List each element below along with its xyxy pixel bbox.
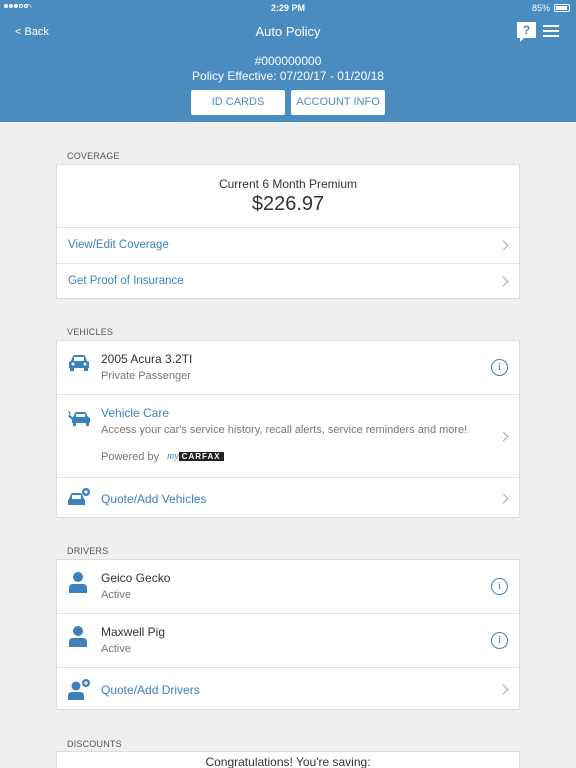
page-title: Auto Policy — [255, 24, 321, 39]
info-icon[interactable]: i — [491, 578, 508, 595]
premium-label: Current 6 Month Premium — [218, 177, 358, 191]
quote-add-drivers-row[interactable]: Quote/Add Drivers — [57, 667, 519, 710]
driver-name: Maxwell Pig — [101, 625, 166, 639]
discounts-section-label: DISCOUNTS — [67, 739, 122, 749]
chevron-right-icon — [498, 684, 509, 695]
add-person-icon — [68, 679, 90, 700]
chevron-right-icon — [498, 493, 509, 504]
vehicles-card: 2005 Acura 3.2TI Private Passenger i Veh… — [56, 340, 520, 518]
info-icon[interactable]: i — [491, 632, 508, 649]
driver-row[interactable]: Maxwell Pig Active i — [57, 613, 519, 667]
app-header: ◠ 2:29 PM 85% < Back Auto Policy ? #0000… — [0, 0, 576, 122]
quote-add-vehicles-link[interactable]: Quote/Add Vehicles — [101, 492, 206, 506]
account-info-button[interactable]: ACCOUNT INFO — [291, 90, 385, 115]
vehicle-care-row[interactable]: Vehicle Care Access your car's service h… — [57, 394, 519, 477]
id-cards-button[interactable]: ID CARDS — [191, 90, 285, 115]
driver-row[interactable]: Geico Gecko Active i — [57, 560, 519, 613]
info-icon[interactable]: i — [491, 359, 508, 376]
view-edit-coverage-row[interactable]: View/Edit Coverage — [57, 227, 519, 263]
premium-value: $226.97 — [251, 193, 325, 215]
drivers-card: Geico Gecko Active i Maxwell Pig Active … — [56, 559, 520, 710]
quote-add-vehicles-row[interactable]: Quote/Add Vehicles — [57, 477, 519, 518]
discounts-message: Congratulations! You're saving: — [205, 755, 371, 768]
person-icon — [69, 572, 87, 593]
vehicle-care-title[interactable]: Vehicle Care — [101, 406, 169, 420]
battery-icon — [554, 4, 570, 12]
powered-by-label: Powered by — [101, 451, 160, 463]
vehicle-name: 2005 Acura 3.2TI — [101, 352, 193, 366]
chevron-right-icon — [498, 276, 509, 287]
car-icon — [69, 355, 89, 371]
battery-percent: 85% — [531, 3, 550, 13]
driver-status: Active — [101, 643, 131, 655]
policy-number: #000000000 — [254, 54, 322, 68]
driver-status: Active — [101, 589, 131, 601]
vehicles-section-label: VEHICLES — [67, 327, 114, 337]
menu-icon[interactable] — [543, 25, 559, 37]
help-icon[interactable]: ? — [517, 22, 536, 42]
coverage-section-label: COVERAGE — [67, 151, 120, 161]
driver-name: Geico Gecko — [101, 571, 171, 585]
vehicle-care-icon — [68, 410, 90, 426]
person-icon — [69, 626, 87, 647]
carfax-logo: my CARFAX — [167, 451, 224, 462]
proof-of-insurance-link[interactable]: Get Proof of Insurance — [68, 275, 184, 287]
proof-of-insurance-row[interactable]: Get Proof of Insurance — [57, 263, 519, 299]
drivers-section-label: DRIVERS — [67, 546, 109, 556]
vehicle-row[interactable]: 2005 Acura 3.2TI Private Passenger i — [57, 341, 519, 394]
view-edit-coverage-link[interactable]: View/Edit Coverage — [68, 239, 169, 251]
policy-effective-dates: Policy Effective: 07/20/17 - 01/20/18 — [192, 69, 384, 83]
status-time: 2:29 PM — [270, 3, 305, 13]
vehicle-care-description: Access your car's service history, recal… — [101, 424, 468, 436]
quote-add-drivers-link[interactable]: Quote/Add Drivers — [101, 683, 200, 697]
add-vehicle-icon — [68, 488, 90, 505]
chevron-right-icon — [498, 431, 509, 442]
discounts-card: Congratulations! You're saving: — [56, 751, 520, 768]
status-bar: ◠ 2:29 PM 85% — [0, 0, 576, 16]
vehicle-type: Private Passenger — [101, 370, 191, 382]
chevron-right-icon — [498, 240, 509, 251]
coverage-card: Current 6 Month Premium $226.97 View/Edi… — [56, 164, 520, 299]
